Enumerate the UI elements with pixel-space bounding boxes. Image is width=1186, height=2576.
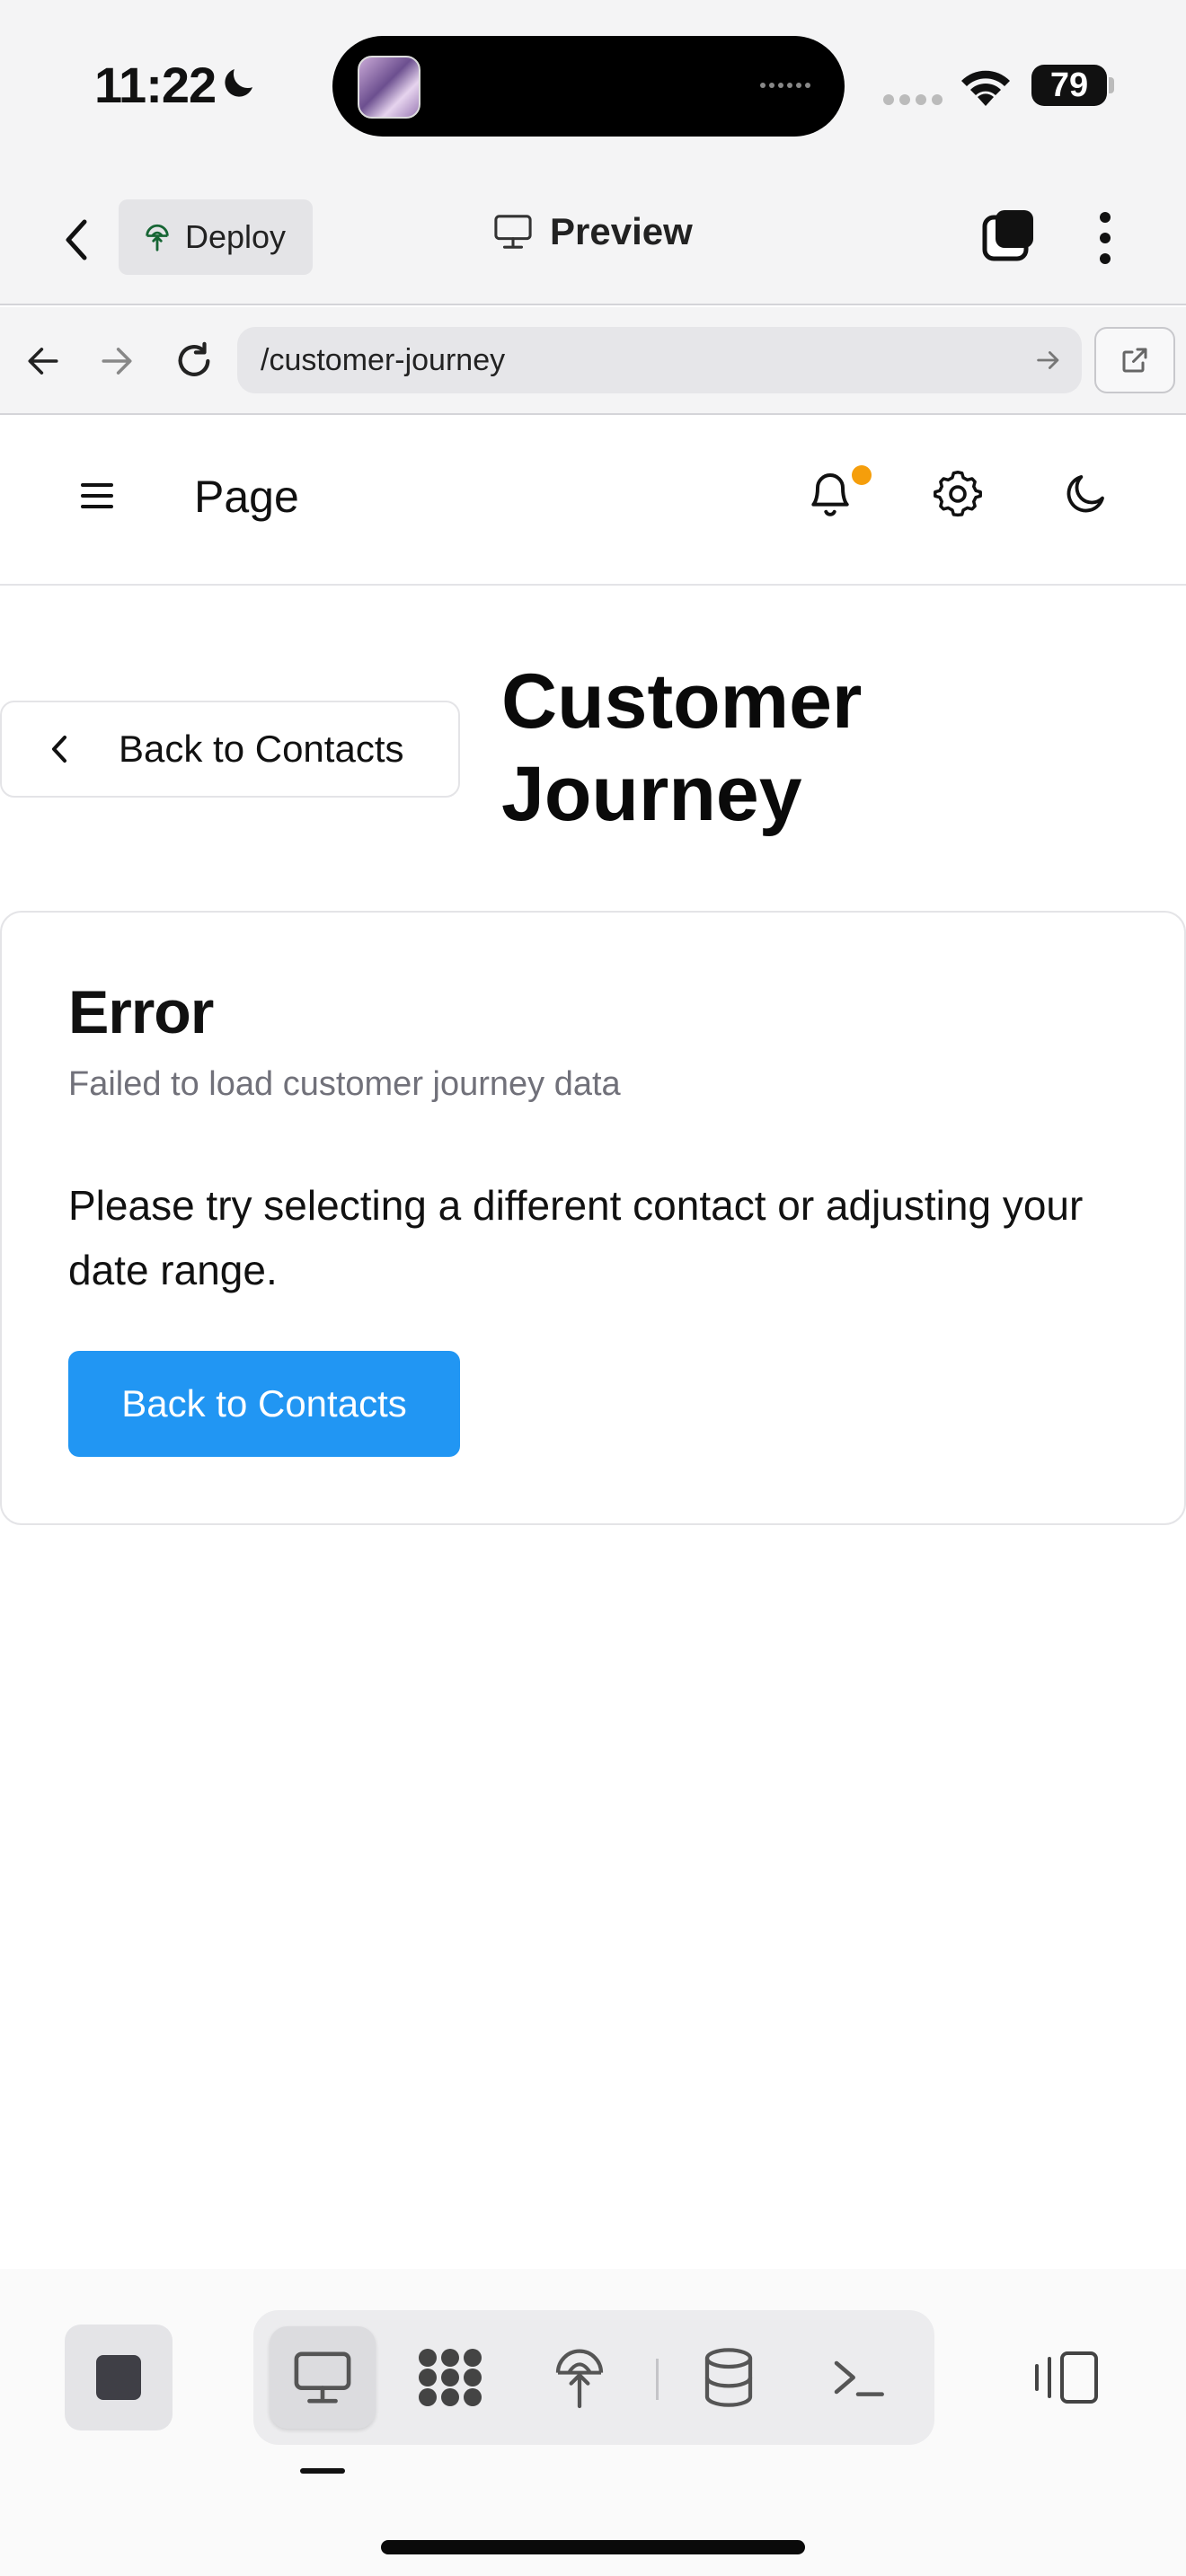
deploy-button[interactable]: Deploy (119, 199, 313, 275)
battery-cap (1109, 77, 1114, 93)
deploy-label: Deploy (185, 218, 287, 255)
deploy-icon (555, 2349, 604, 2409)
tabs-icon[interactable] (979, 207, 1037, 264)
tool-terminal[interactable] (805, 2326, 911, 2429)
more-options-icon[interactable] (1087, 207, 1123, 269)
arrow-left-icon (28, 348, 58, 375)
island-dots-icon (760, 83, 810, 88)
deploy-icon (146, 224, 169, 251)
external-link-icon (1122, 348, 1147, 373)
url-input[interactable]: /customer-journey (237, 327, 1082, 393)
focus-moon-icon (225, 69, 252, 97)
tool-deploy[interactable] (527, 2326, 633, 2429)
status-bar: 11:22 79 (0, 0, 1186, 171)
app-header: Deploy Preview (0, 171, 1186, 305)
chevron-left-icon (2, 734, 119, 764)
database-icon (704, 2348, 753, 2407)
tool-separator (656, 2359, 659, 2400)
home-indicator (381, 2540, 805, 2554)
cellular-signal-icon (883, 94, 943, 105)
tool-group (253, 2310, 934, 2445)
url-text: /customer-journey (261, 342, 506, 377)
browser-url-bar: /customer-journey (0, 307, 1186, 415)
live-activity-app-icon (358, 56, 420, 119)
moon-icon[interactable] (1062, 469, 1111, 517)
back-to-contacts-button[interactable]: Back to Contacts (0, 701, 460, 798)
error-back-to-contacts-button[interactable]: Back to Contacts (68, 1351, 460, 1457)
dynamic-island (332, 36, 845, 137)
page-navbar: Page (0, 417, 1186, 586)
error-title: Error (68, 978, 214, 1046)
browser-back-button[interactable] (16, 334, 70, 388)
gear-icon[interactable] (933, 469, 983, 519)
open-external-button[interactable] (1094, 327, 1175, 393)
page-heading: Customer Journey (501, 658, 863, 838)
tool-preview[interactable] (270, 2326, 376, 2429)
wifi-icon (961, 70, 1010, 106)
arrow-right-icon (102, 348, 132, 375)
error-card: Error Failed to load customer journey da… (0, 911, 1186, 1525)
status-time: 11:22 (94, 57, 217, 113)
error-description: Failed to load customer journey data (68, 1065, 621, 1103)
back-to-contacts-label: Back to Contacts (119, 728, 404, 770)
bottom-toolbar (0, 2269, 1186, 2576)
page-title: Page (194, 472, 299, 522)
apps-grid-icon (419, 2349, 482, 2406)
reload-icon (178, 341, 210, 376)
active-tool-indicator (300, 2468, 345, 2474)
split-view-icon[interactable] (1031, 2350, 1100, 2405)
browser-forward-button[interactable] (90, 334, 144, 388)
monitor-icon (494, 215, 532, 249)
tool-apps[interactable] (397, 2326, 503, 2429)
monitor-icon (294, 2351, 351, 2404)
hamburger-menu-icon[interactable] (75, 474, 119, 517)
stop-button[interactable] (65, 2325, 173, 2430)
preview-label: Preview (550, 210, 693, 252)
stop-icon (96, 2355, 141, 2400)
preview-title: Preview (492, 210, 693, 253)
browser-reload-button[interactable] (167, 334, 221, 388)
notifications-button[interactable] (805, 465, 872, 523)
tool-database[interactable] (676, 2326, 782, 2429)
notification-badge (852, 465, 872, 485)
chevron-left-icon (66, 219, 87, 260)
error-message: Please try selecting a different contact… (68, 1182, 1084, 1293)
terminal-icon (834, 2360, 884, 2396)
back-button[interactable] (54, 208, 99, 271)
battery-level: 79 (1031, 65, 1107, 106)
go-arrow-icon[interactable] (1033, 345, 1064, 375)
bell-icon (811, 473, 849, 516)
